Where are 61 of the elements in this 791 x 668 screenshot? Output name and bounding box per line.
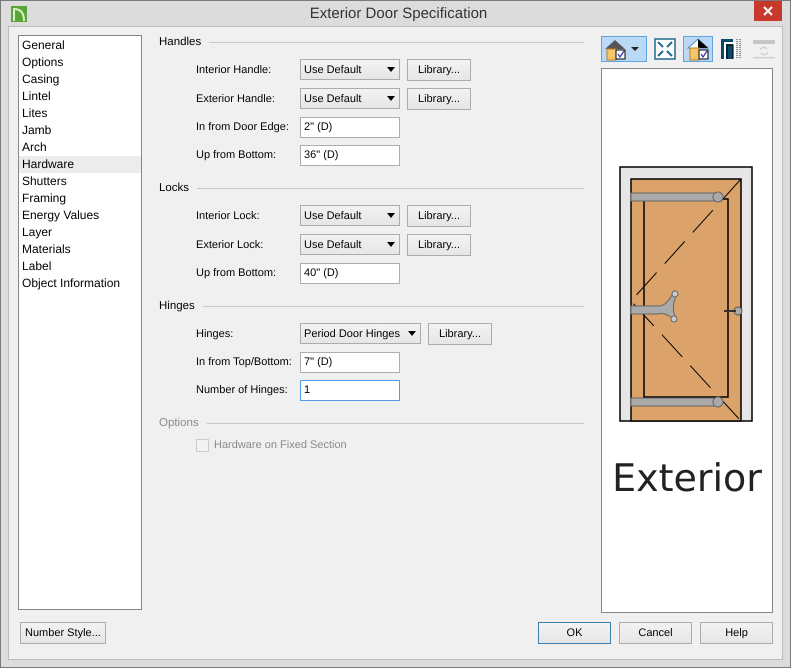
library-button[interactable]: Library...: [407, 234, 471, 256]
section-title: Hinges: [159, 300, 195, 312]
list-item[interactable]: Options: [19, 54, 141, 71]
house-check-icon[interactable]: [601, 36, 647, 62]
list-item[interactable]: Shutters: [19, 173, 141, 190]
caret-icon: [387, 213, 395, 218]
list-item[interactable]: General: [19, 37, 141, 54]
dropdown[interactable]: Use Default: [300, 205, 400, 226]
library-button[interactable]: Library...: [407, 88, 471, 110]
field-label: In from Door Edge:: [196, 121, 290, 133]
field-label: Hinges:: [196, 328, 234, 340]
preview-caption: Exterior: [612, 456, 762, 500]
input-field[interactable]: 2" (D): [300, 116, 400, 138]
window-title: Exterior Door Specification: [308, 5, 488, 22]
input-field[interactable]: 36" (D): [300, 144, 400, 166]
house-icon[interactable]: [683, 36, 713, 62]
list-item[interactable]: Arch: [19, 139, 141, 156]
caret-icon: [387, 67, 395, 72]
app-icon: [11, 6, 27, 22]
input-field[interactable]: 1: [300, 380, 400, 400]
field-label: Up from Bottom:: [196, 267, 278, 279]
input-field[interactable]: 7" (D): [300, 352, 400, 372]
list-item[interactable]: Framing: [19, 190, 141, 207]
list-item[interactable]: Lintel: [19, 88, 141, 105]
list-item[interactable]: Energy Values: [19, 207, 141, 224]
field-label: Exterior Lock:: [196, 238, 264, 250]
section-title: Locks: [159, 182, 190, 194]
dropdown[interactable]: Use Default: [300, 234, 400, 255]
field-label: Up from Bottom:: [196, 149, 278, 161]
section-title: Options: [159, 417, 199, 429]
number-style-button[interactable]: Number Style...: [20, 622, 106, 644]
list-item[interactable]: Hardware: [19, 156, 141, 173]
dropdown[interactable]: Period Door Hinges: [300, 323, 421, 344]
caret-icon: [408, 331, 416, 336]
dropdown[interactable]: Use Default: [300, 88, 400, 109]
caret-icon: [387, 96, 395, 101]
section-title: Handles: [159, 36, 202, 48]
library-button[interactable]: Library...: [407, 204, 471, 226]
close-button[interactable]: [754, 1, 782, 21]
dialog-button[interactable]: Cancel: [619, 622, 692, 644]
library-button[interactable]: Library...: [407, 58, 471, 80]
input-field[interactable]: 40" (D): [300, 262, 400, 284]
close-icon: [763, 6, 773, 16]
dialog-button[interactable]: Help: [700, 622, 773, 644]
field-label: Exterior Handle:: [196, 92, 276, 104]
field-label: Interior Handle:: [196, 64, 272, 76]
list-item[interactable]: Lites: [19, 105, 141, 122]
list-item[interactable]: Layer: [19, 224, 141, 241]
dropdown[interactable]: Use Default: [300, 59, 400, 80]
list-item[interactable]: Object Information: [19, 275, 141, 292]
list-item[interactable]: Label: [19, 258, 141, 275]
field-label: Interior Lock:: [196, 210, 261, 222]
list-item[interactable]: Materials: [19, 241, 141, 258]
list-item[interactable]: Casing: [19, 71, 141, 88]
checkbox-label: Hardware on Fixed Section: [214, 439, 347, 451]
caret-icon: [387, 242, 395, 247]
dialog-button[interactable]: OK: [538, 622, 611, 644]
field-label: In from Top/Bottom:: [196, 356, 293, 368]
list-item[interactable]: Jamb: [19, 122, 141, 139]
field-label: Number of Hinges:: [196, 384, 289, 396]
library-button[interactable]: Library...: [428, 322, 492, 344]
